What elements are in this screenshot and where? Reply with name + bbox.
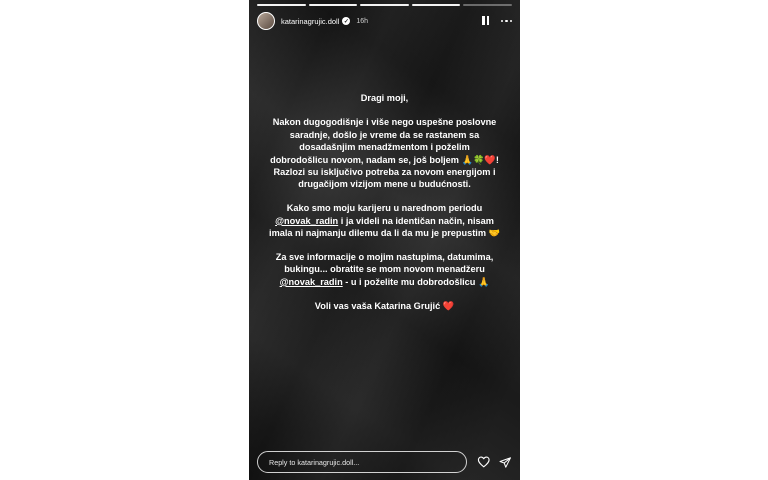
pause-icon[interactable]: [481, 16, 491, 26]
story-header: katarinagrujic.doll ✓ 16h: [257, 10, 512, 32]
message-paragraph-3: Za sve informacije o mojim nastupima, da…: [269, 251, 500, 288]
message-text: - u i poželite mu dobrodošlicu 🙏: [342, 276, 490, 287]
more-icon[interactable]: [500, 19, 512, 23]
story-progress-bar: [257, 4, 512, 6]
story-viewer[interactable]: katarinagrujic.doll ✓ 16h Dragi moji, Na…: [249, 0, 520, 480]
progress-segment: [411, 4, 461, 6]
message-greeting: Dragi moji,: [360, 93, 409, 103]
reply-input[interactable]: Reply to katarinagrujic.doll...: [257, 451, 467, 473]
mention-link[interactable]: @novak_radin: [280, 277, 343, 287]
story-footer: Reply to katarinagrujic.doll...: [257, 450, 512, 474]
message-text: Za sve informacije o mojim nastupima, da…: [275, 252, 494, 275]
mention-link[interactable]: @novak_radin: [275, 216, 338, 226]
message-paragraph-2: Kako smo moju karijeru u narednom period…: [269, 202, 500, 239]
verified-badge-icon: ✓: [342, 17, 351, 25]
username[interactable]: katarinagrujic.doll: [281, 17, 339, 26]
message-signoff: Voli vas vaša Katarina Grujić ❤️: [314, 300, 455, 311]
message-paragraph-1: Nakon dugogodišnje i više nego uspešne p…: [270, 117, 499, 190]
progress-segment: [463, 4, 512, 6]
message-text: Kako smo moju karijeru u narednom period…: [286, 203, 483, 214]
progress-segment: [360, 4, 409, 6]
post-time: 16h: [356, 17, 369, 25]
heart-icon[interactable]: [477, 455, 490, 469]
progress-segment: [257, 4, 306, 6]
send-icon[interactable]: [499, 456, 512, 469]
avatar[interactable]: [257, 12, 275, 30]
story-message: Dragi moji, Nakon dugogodišnje i više ne…: [269, 92, 500, 324]
progress-segment: [308, 4, 358, 6]
